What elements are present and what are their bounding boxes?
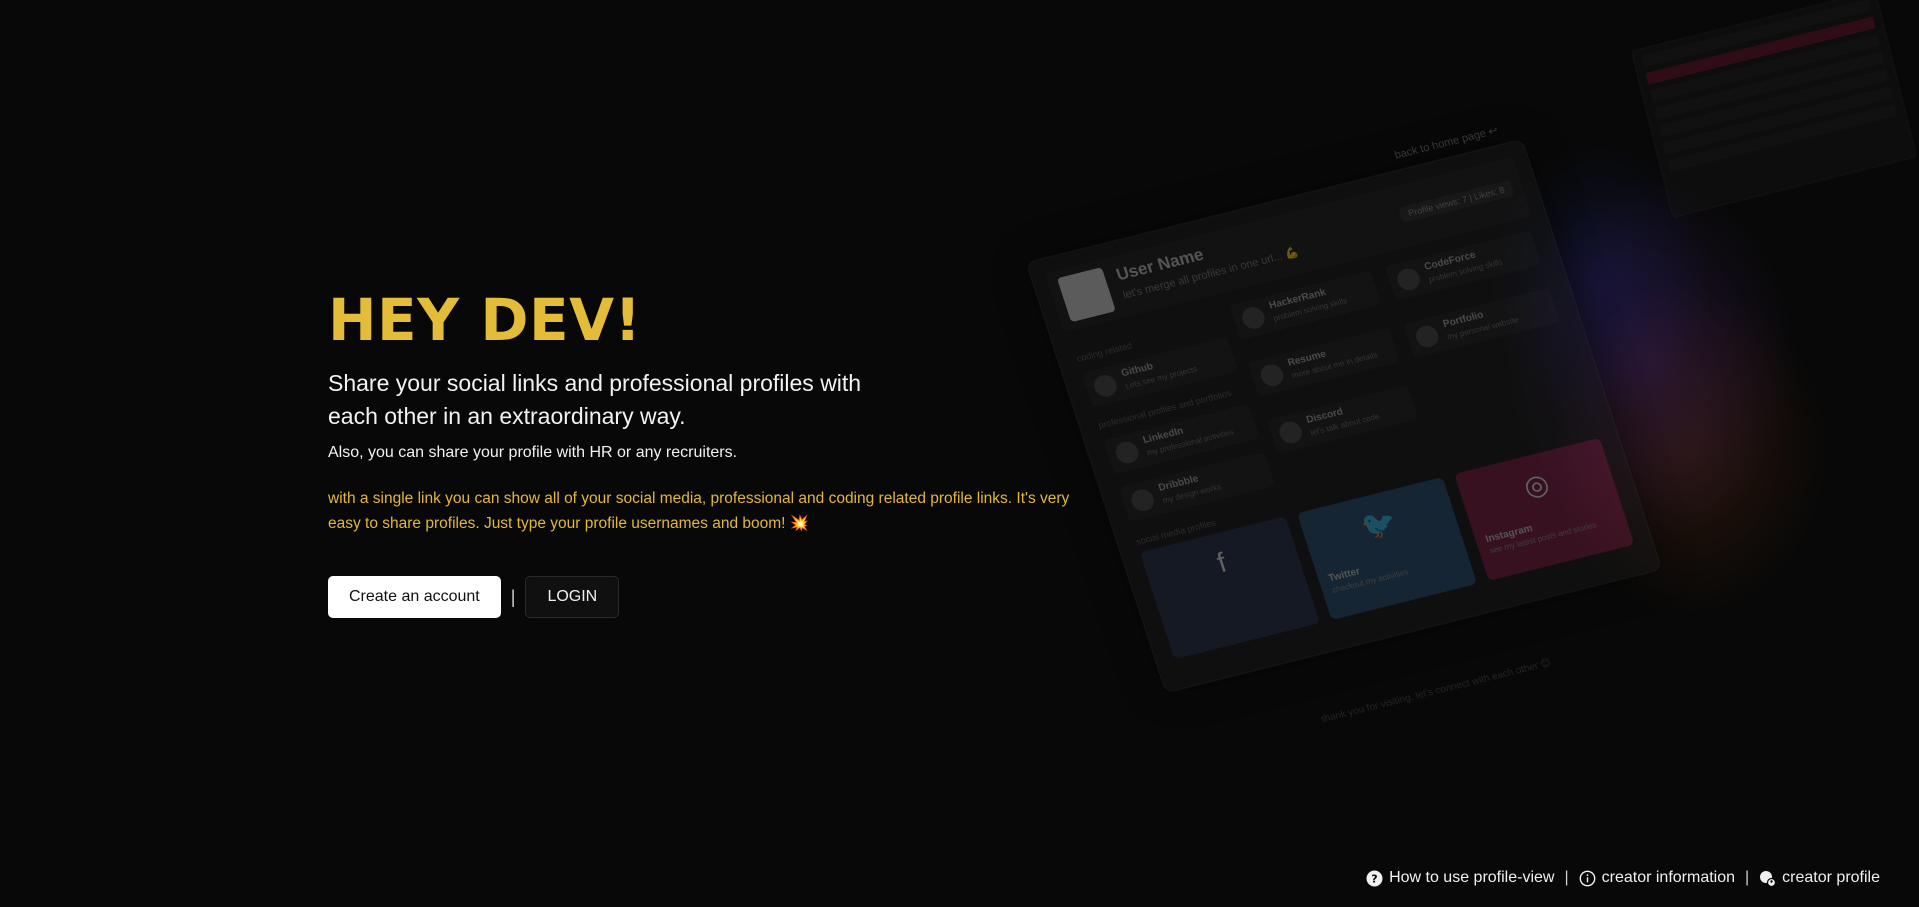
user-badge-icon	[1759, 870, 1777, 887]
github-icon	[1091, 372, 1120, 399]
preview-back-link: back to home page ↩	[1393, 124, 1500, 162]
preview-views-badge: Profile views: 7 | Likes: 8	[1398, 179, 1515, 223]
help-icon: ?	[1366, 870, 1383, 887]
hero-description: with a single link you can show all of y…	[328, 490, 1070, 532]
discord-icon	[1276, 419, 1305, 446]
linkedin-icon	[1113, 439, 1142, 466]
preview-social-instagram: ◎ Instagram see my latest posts and stor…	[1454, 437, 1635, 581]
actions-separator: |	[510, 586, 516, 607]
preview-social-twitter: 🐦 Twitter checkout my activities	[1296, 476, 1478, 621]
profile-preview-illustration: back to home page ↩ User Name let's merg…	[1025, 125, 1663, 725]
svg-text:?: ?	[1371, 872, 1377, 885]
how-to-use-label: How to use profile-view	[1389, 869, 1555, 886]
preview-card: Resume more about me in details	[1247, 327, 1400, 397]
login-button[interactable]: LOGIN	[525, 576, 620, 618]
hero-title: HEY DEV!	[328, 286, 642, 354]
profile-preview-card: back to home page ↩ User Name let's merg…	[1025, 125, 1663, 725]
portfolio-icon	[1413, 323, 1442, 350]
hero-section: HEY DEV! Share your social links and pro…	[328, 285, 1088, 618]
creator-profile-link[interactable]: creator profile	[1759, 869, 1880, 887]
dashboard-preview-thumbnail	[1630, 0, 1918, 218]
creator-profile-label: creator profile	[1782, 869, 1880, 886]
resume-icon	[1257, 362, 1287, 389]
codeforces-icon	[1394, 266, 1423, 293]
footer-separator: |	[1564, 869, 1569, 886]
footer-links: ? How to use profile-view | creator info…	[1366, 869, 1880, 887]
footer-separator: |	[1745, 869, 1750, 886]
hero-actions: Create an account | LOGIN	[328, 576, 1088, 618]
landing-page: back to home page ↩ User Name let's merg…	[0, 0, 1919, 907]
creator-information-label: creator information	[1601, 869, 1736, 886]
info-icon	[1579, 870, 1596, 887]
preview-card: Portfolio my personal website	[1403, 287, 1560, 359]
dribbble-icon	[1128, 487, 1157, 514]
preview-footer-text: thank you for visiting, let's connect wi…	[1320, 657, 1553, 726]
hero-note: Also, you can share your profile with HR…	[328, 444, 738, 461]
create-account-button[interactable]: Create an account	[328, 576, 501, 618]
creator-information-link[interactable]: creator information	[1579, 869, 1735, 887]
preview-card: Discord let's talk about code	[1266, 384, 1419, 455]
hero-subtitle: Share your social links and professional…	[328, 370, 862, 429]
hackerrank-icon	[1239, 304, 1268, 332]
how-to-use-link[interactable]: ? How to use profile-view	[1366, 869, 1554, 887]
